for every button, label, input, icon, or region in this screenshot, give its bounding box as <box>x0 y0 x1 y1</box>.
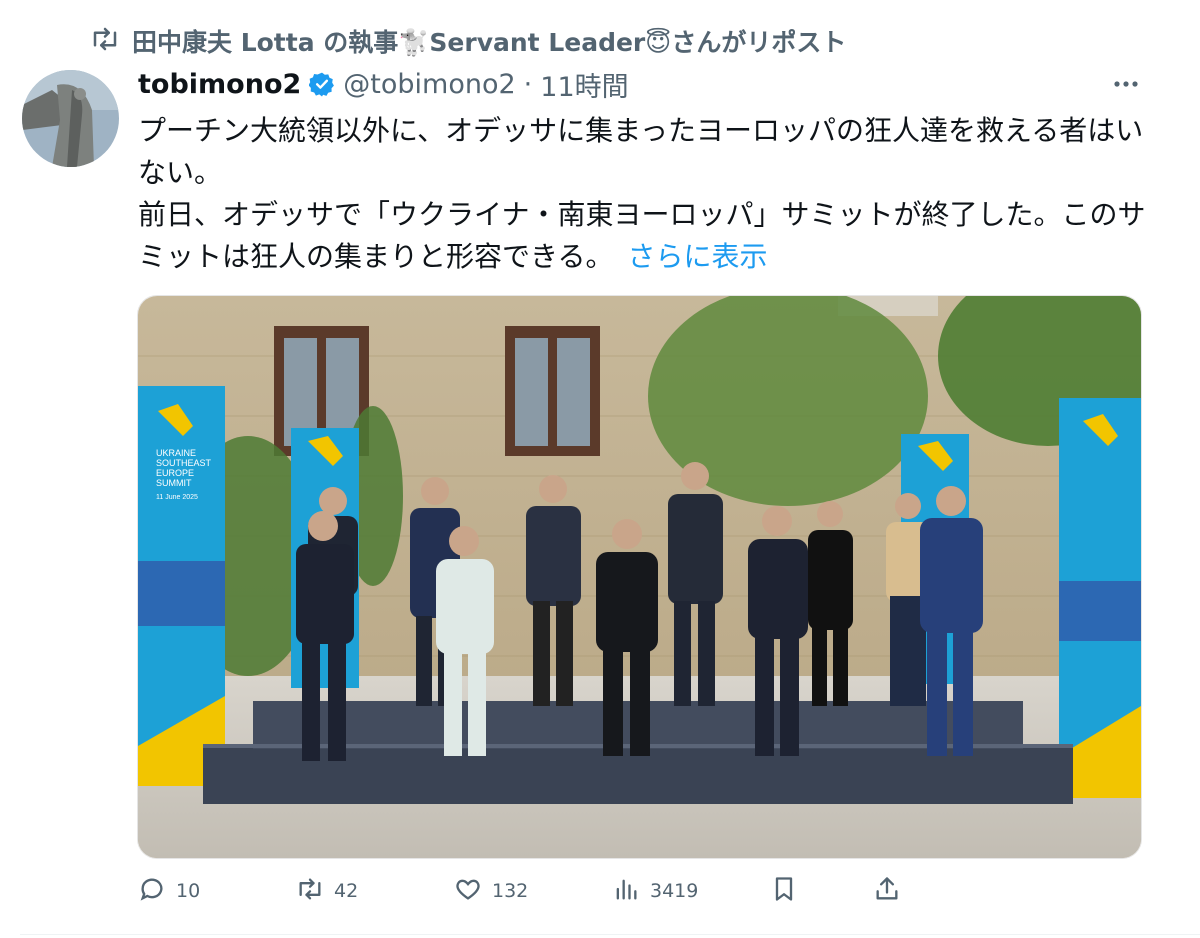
post-paragraph-1: プーチン大統領以外に、オデッサに集まったヨーロッパの狂人達を救える者はいない。 <box>138 114 1144 189</box>
author-handle[interactable]: @tobimono2 <box>343 69 515 100</box>
share-button[interactable] <box>873 873 901 909</box>
post-actions: 10 42 132 3419 <box>138 873 1148 909</box>
like-count: 132 <box>492 880 529 902</box>
repost-indicator[interactable]: 田中康夫 Lotta の執事🐩Servant Leader😇さんがリポスト <box>90 24 846 58</box>
post-time[interactable]: 11時間 <box>540 65 628 104</box>
banner-line-1: UKRAINE <box>156 448 196 458</box>
post-header: tobimono2 @tobimono2 · 11時間 <box>138 64 629 104</box>
show-more-link[interactable]: さらに表示 <box>627 240 767 273</box>
repost-action-icon <box>296 875 324 908</box>
header-separator: · <box>523 68 533 100</box>
repost-icon <box>90 24 120 58</box>
repost-label: 田中康夫 Lotta の執事🐩Servant Leader😇さんがリポスト <box>132 28 847 57</box>
bookmark-icon <box>770 875 798 908</box>
bookmark-button[interactable] <box>770 873 798 909</box>
banner-line-4: SUMMIT <box>156 478 192 488</box>
author-name[interactable]: tobimono2 <box>138 69 301 100</box>
view-count: 3419 <box>650 880 699 902</box>
post-divider <box>20 934 1200 935</box>
post-photo[interactable]: UKRAINE SOUTHEAST EUROPE SUMMIT 11 June … <box>137 295 1142 859</box>
views-icon <box>612 875 640 908</box>
banner-date: 11 June 2025 <box>156 494 198 501</box>
share-icon <box>873 875 901 908</box>
views-button[interactable]: 3419 <box>612 873 698 909</box>
like-button[interactable]: 132 <box>454 873 528 909</box>
banner-line-3: EUROPE <box>156 468 194 478</box>
reply-count: 10 <box>176 880 201 902</box>
heart-icon <box>454 875 482 908</box>
post-paragraph-2: 前日、オデッサで「ウクライナ・南東ヨーロッパ」サミットが終了した。このサミットは… <box>138 194 1148 278</box>
post-text: プーチン大統領以外に、オデッサに集まったヨーロッパの狂人達を救える者はいない。 … <box>138 110 1148 278</box>
repost-button[interactable]: 42 <box>296 873 358 909</box>
verified-badge-icon <box>309 71 335 97</box>
reply-icon <box>138 875 166 908</box>
repost-count: 42 <box>334 880 359 902</box>
more-options-icon[interactable] <box>1108 66 1144 102</box>
banner-line-2: SOUTHEAST <box>156 458 212 468</box>
avatar[interactable] <box>22 70 119 167</box>
reply-button[interactable]: 10 <box>138 873 200 909</box>
